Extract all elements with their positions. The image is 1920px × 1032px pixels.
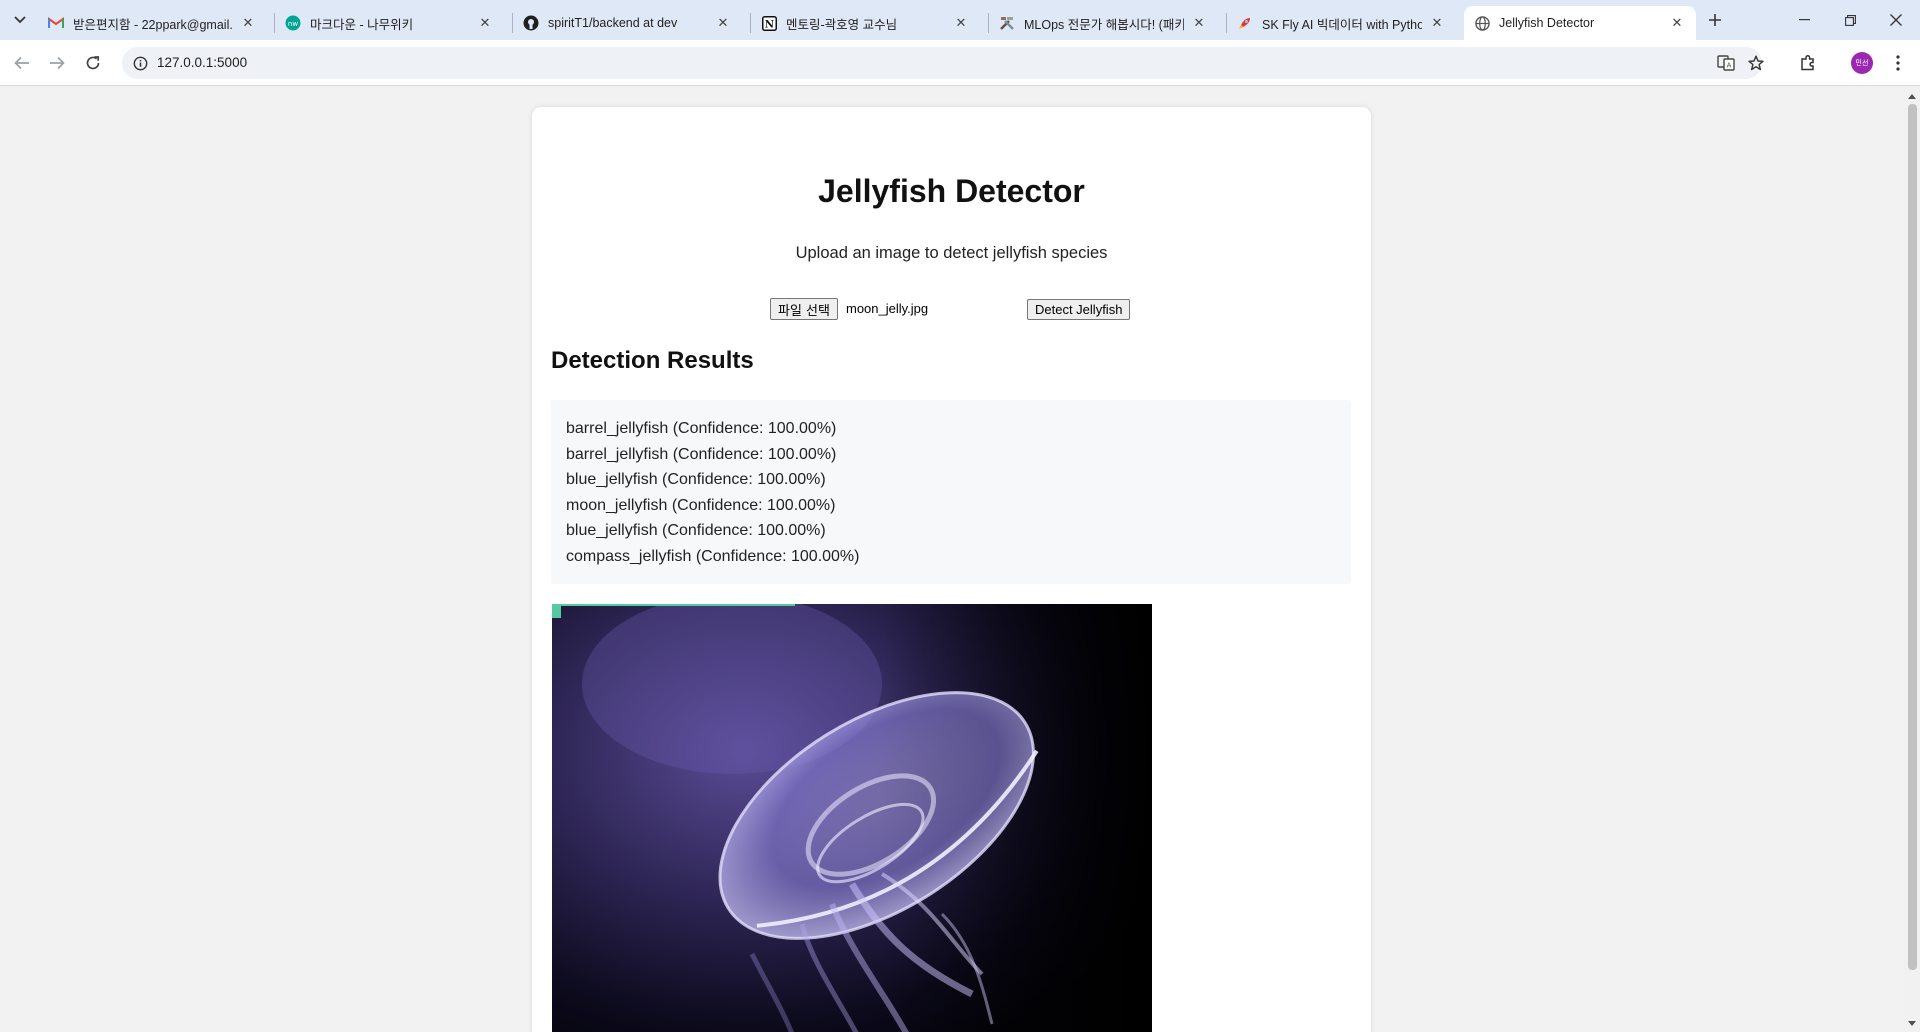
result-item: barrel_jellyfish (Confidence: 100.00%) bbox=[566, 420, 837, 437]
result-item: compass_jellyfish (Confidence: 100.00%) bbox=[566, 547, 860, 565]
globe-icon bbox=[1474, 15, 1490, 31]
restore-button[interactable] bbox=[1827, 0, 1873, 40]
result-item: blue_jellyfish (Confidence: 100.00%) bbox=[566, 471, 826, 489]
results-list: barrel_jellyfish (Confidence: 100.00%) b… bbox=[551, 400, 1351, 584]
close-icon[interactable]: ✕ bbox=[714, 14, 732, 32]
github-icon bbox=[523, 15, 539, 31]
tab-notion[interactable]: N 멘토링-곽호영 교수님 ✕ bbox=[751, 6, 980, 40]
minimize-button[interactable] bbox=[1781, 0, 1827, 40]
site-info-icon[interactable] bbox=[130, 53, 150, 73]
result-item: blue_jellyfish (Confidence: 100.00%) bbox=[566, 522, 826, 540]
more-vertical-icon bbox=[1896, 55, 1900, 71]
tab-gmail[interactable]: 받은편지함 - 22ppark@gmail.c ✕ bbox=[38, 6, 267, 40]
puzzle-icon bbox=[1801, 54, 1814, 71]
close-icon[interactable]: ✕ bbox=[1668, 14, 1686, 32]
tab-title: MLOps 전문가 해봅시다! (패키 bbox=[1024, 17, 1184, 32]
translate-icon[interactable]: A bbox=[1715, 52, 1737, 74]
forward-button[interactable] bbox=[42, 48, 72, 78]
tab-search-button[interactable] bbox=[8, 8, 32, 32]
tools-icon bbox=[999, 15, 1015, 31]
chevron-down-icon bbox=[14, 16, 26, 24]
namuwiki-icon: nw bbox=[285, 15, 301, 31]
upload-form: 파일 선택 moon_jelly.jpg Detect Jellyfish bbox=[532, 298, 1371, 322]
scroll-up-arrow-icon[interactable] bbox=[1904, 89, 1920, 103]
rocket-icon bbox=[1237, 15, 1253, 31]
tab-github[interactable]: spiritT1/backend at dev ✕ bbox=[513, 6, 742, 40]
detector-card: Jellyfish Detector Upload an image to de… bbox=[532, 107, 1371, 1032]
detection-label-tag bbox=[552, 604, 561, 618]
arrow-left-icon bbox=[14, 56, 29, 70]
selected-file-name: moon_jelly.jpg bbox=[846, 301, 929, 316]
svg-text:A: A bbox=[1727, 62, 1732, 70]
reload-icon bbox=[86, 56, 100, 70]
svg-text:nw: nw bbox=[288, 20, 298, 28]
browser-toolbar: 127.0.0.1:5000 A 민선 bbox=[0, 40, 1920, 86]
close-icon bbox=[1890, 14, 1902, 26]
tab-title: Jellyfish Detector bbox=[1499, 16, 1595, 30]
choose-file-button[interactable]: 파일 선택 bbox=[770, 298, 838, 320]
close-icon[interactable]: ✕ bbox=[1190, 14, 1208, 32]
tab-namuwiki[interactable]: nw 마크다운 - 나무위키 ✕ bbox=[275, 6, 504, 40]
results-heading: Detection Results bbox=[551, 347, 754, 374]
arrow-right-icon bbox=[50, 56, 65, 70]
tab-title: 멘토링-곽호영 교수님 bbox=[786, 17, 898, 32]
scroll-down-arrow-icon[interactable] bbox=[1904, 1016, 1920, 1030]
tab-skfly[interactable]: SK Fly AI 빅데이터 with Pytho ✕ bbox=[1227, 6, 1456, 40]
gmail-icon bbox=[48, 15, 64, 31]
bookmark-star-icon[interactable] bbox=[1745, 52, 1767, 74]
page-viewport: Jellyfish Detector Upload an image to de… bbox=[0, 87, 1904, 1032]
avatar-initials: 민선 bbox=[1855, 60, 1869, 67]
tab-mlops[interactable]: MLOps 전문가 해봅시다! (패키 ✕ bbox=[989, 6, 1218, 40]
restore-icon bbox=[1844, 14, 1856, 26]
scrollbar-thumb[interactable] bbox=[1908, 104, 1917, 970]
svg-text:N: N bbox=[764, 19, 773, 30]
tab-title: SK Fly AI 빅데이터 with Pytho bbox=[1262, 17, 1422, 32]
close-icon[interactable]: ✕ bbox=[239, 14, 257, 32]
extensions-button[interactable] bbox=[1795, 50, 1821, 76]
close-window-button[interactable] bbox=[1873, 0, 1919, 40]
page-subtitle: Upload an image to detect jellyfish spec… bbox=[795, 244, 1108, 262]
tab-jellyfish-detector[interactable]: Jellyfish Detector ✕ bbox=[1464, 6, 1696, 40]
notion-icon: N bbox=[761, 15, 777, 31]
tab-title: spiritT1/backend at dev bbox=[548, 16, 678, 30]
browser-menu-button[interactable] bbox=[1885, 50, 1911, 76]
back-button[interactable] bbox=[7, 48, 37, 78]
address-bar[interactable]: 127.0.0.1:5000 A bbox=[122, 47, 1764, 79]
jellyfish-photo bbox=[552, 604, 1152, 1032]
detection-box bbox=[552, 604, 795, 618]
result-item: barrel_jellyfish (Confidence: 100.00%) bbox=[566, 445, 837, 463]
new-tab-button[interactable] bbox=[1703, 8, 1727, 32]
minimize-icon bbox=[1798, 19, 1810, 21]
close-icon[interactable]: ✕ bbox=[1428, 14, 1446, 32]
page-scrollbar[interactable] bbox=[1904, 87, 1920, 1032]
detect-jellyfish-button[interactable]: Detect Jellyfish bbox=[1027, 299, 1131, 320]
result-item: moon_jellyfish (Confidence: 100.00%) bbox=[566, 496, 836, 514]
reload-button[interactable] bbox=[78, 48, 108, 78]
close-icon[interactable]: ✕ bbox=[952, 14, 970, 32]
page-title: Jellyfish Detector bbox=[818, 173, 1085, 209]
profile-avatar[interactable]: 민선 bbox=[1851, 52, 1873, 74]
tab-strip: 받은편지함 - 22ppark@gmail.c ✕ nw 마크다운 - 나무위키… bbox=[0, 0, 1920, 40]
tab-title: 마크다운 - 나무위키 bbox=[310, 17, 414, 32]
plus-icon bbox=[1709, 14, 1721, 26]
close-icon[interactable]: ✕ bbox=[476, 14, 494, 32]
tab-title: 받은편지함 - 22ppark@gmail.c bbox=[73, 17, 233, 32]
url-text: 127.0.0.1:5000 bbox=[157, 55, 248, 70]
detection-result-image bbox=[552, 604, 1152, 1032]
